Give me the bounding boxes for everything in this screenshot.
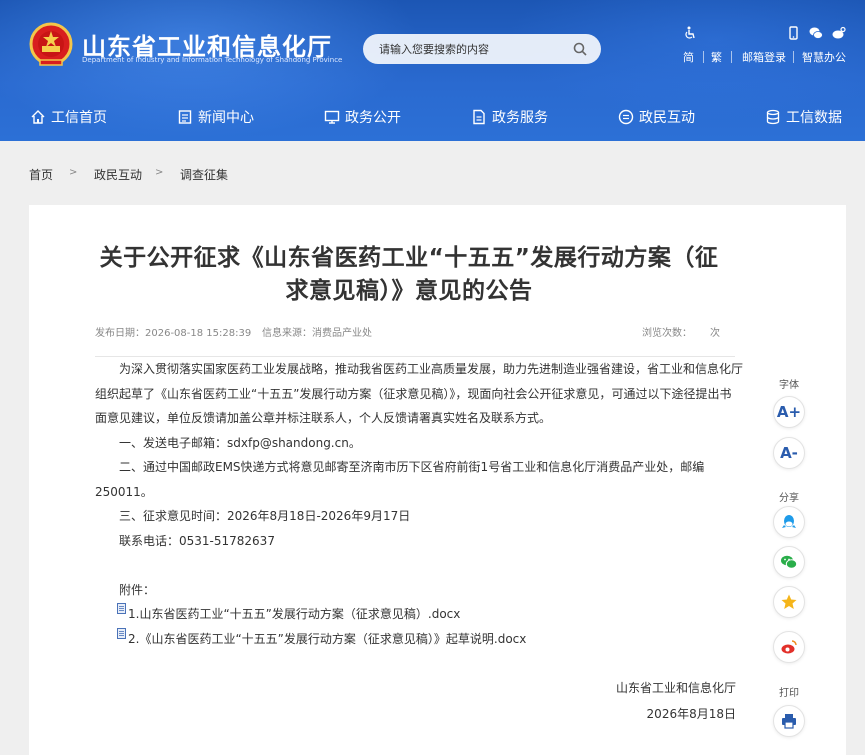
publish-date: 发布日期：2026-08-18 15:28:39 — [95, 324, 251, 339]
share-qq-button[interactable] — [773, 506, 805, 538]
article-title: 关于公开征求《山东省医药工业“十五五”发展行动方案（征求意见稿）》意见的公告 — [99, 245, 719, 304]
source-label: 信息来源： — [262, 328, 312, 339]
smart-office-link[interactable]: 智慧办公 — [802, 49, 846, 65]
nav-item-label: 工信首页 — [51, 110, 107, 126]
signature-organization: 山东省工业和信息化厅 — [615, 681, 736, 695]
article-body: 为深入贯彻落实国家医药工业发展战略，推动我省医药工业高质量发展，助力先进制造业强… — [95, 357, 743, 553]
breadcrumb-separator: > — [155, 167, 164, 178]
nav-item-label: 政务服务 — [492, 110, 548, 126]
nav-item-services[interactable]: 政务服务 — [471, 106, 548, 128]
breadcrumb-home[interactable]: 首页 — [29, 166, 53, 183]
doc-file-icon — [117, 603, 126, 614]
attachments-label: 附件： — [119, 583, 156, 597]
interaction-icon — [618, 109, 634, 125]
article-paragraph: 为深入贯彻落实国家医药工业发展战略，推动我省医药工业高质量发展，助力先进制造业强… — [95, 362, 744, 425]
doc-file-icon — [117, 628, 126, 639]
info-source: 信息来源：消费品产业处 — [262, 324, 372, 339]
article-paragraph: 联系电话：0531-51782637 — [119, 533, 275, 548]
article-paragraph: 三、征求意见时间：2026年8月18日-2026年9月17日 — [119, 509, 411, 523]
weibo-top-icon[interactable] — [832, 26, 846, 40]
share-label: 分享 — [779, 493, 799, 504]
nav-item-interaction[interactable]: 政民互动 — [618, 106, 695, 128]
top-links: 简 繁 邮箱登录 智慧办公 — [0, 49, 865, 65]
nav-item-label: 政务公开 — [345, 110, 401, 126]
font-size-label: 字体 — [779, 380, 799, 391]
monitor-icon — [324, 110, 340, 124]
font-decrease-button[interactable]: A- — [773, 437, 805, 469]
main-nav: 工信首页 新闻中心 政务公开 政务服务 政民互动 工信数据 — [0, 96, 865, 138]
qq-icon — [782, 515, 796, 528]
top-icon-bar — [0, 26, 865, 42]
top-link-divider — [731, 51, 732, 63]
attachment-name: 2.《山东省医药工业“十五五”发展行动方案（征求意见稿）》起草说明.docx — [128, 632, 527, 646]
views-label: 浏览次数： — [642, 328, 692, 339]
top-link-divider — [793, 51, 794, 63]
home-icon — [31, 110, 45, 124]
mobile-icon[interactable] — [786, 26, 800, 40]
favorite-icon — [781, 594, 797, 609]
share-wechat-button[interactable] — [773, 546, 805, 578]
top-link-divider — [703, 51, 704, 63]
news-icon — [178, 110, 192, 124]
article-paragraph: 一、发送电子邮箱：sdxfp@shandong.cn。 — [119, 435, 361, 450]
weibo-icon — [781, 640, 797, 654]
printer-icon — [782, 714, 796, 729]
database-icon — [766, 109, 780, 125]
article-paragraph: 二、通过中国邮政EMS快递方式将意见邮寄至济南市历下区省府前街1号省工业和信息化… — [95, 460, 705, 499]
nav-item-data[interactable]: 工信数据 — [765, 106, 842, 128]
signature-date: 2026年8月18日 — [646, 707, 736, 721]
view-count: 浏览次数： — [642, 324, 692, 339]
favorite-button[interactable] — [773, 586, 805, 618]
share-weibo-button[interactable] — [773, 631, 805, 663]
breadcrumb-interaction[interactable]: 政民互动 — [94, 166, 142, 183]
nav-item-label: 新闻中心 — [198, 110, 254, 126]
wechat-icon — [781, 555, 798, 569]
views-unit: 次 — [710, 328, 720, 339]
attachment-link-1[interactable]: 1.山东省医药工业“十五五”发展行动方案（征求意见稿）.docx — [117, 603, 461, 622]
publish-date-label: 发布日期： — [95, 328, 145, 339]
traditional-chinese-link[interactable]: 繁 — [711, 49, 722, 65]
wechat-top-icon[interactable] — [809, 26, 823, 40]
nav-item-government-affairs[interactable]: 政务公开 — [324, 106, 401, 128]
print-button[interactable] — [773, 705, 805, 737]
source-value: 消费品产业处 — [312, 328, 372, 339]
article-panel: 关于公开征求《山东省医药工业“十五五”发展行动方案（征求意见稿）》意见的公告 发… — [29, 205, 846, 755]
nav-item-news[interactable]: 新闻中心 — [177, 106, 254, 128]
simplified-chinese-link[interactable]: 简 — [683, 49, 694, 65]
attachment-link-2[interactable]: 2.《山东省医药工业“十五五”发展行动方案（征求意见稿）》起草说明.docx — [117, 628, 527, 647]
nav-item-label: 政民互动 — [639, 110, 695, 126]
attachment-name: 1.山东省医药工业“十五五”发展行动方案（征求意见稿）.docx — [128, 607, 461, 621]
nav-item-home[interactable]: 工信首页 — [30, 106, 107, 128]
breadcrumb-survey[interactable]: 调查征集 — [180, 166, 228, 183]
font-increase-button[interactable]: A+ — [773, 396, 805, 428]
site-header: 山东省工业和信息化厅 Department of Industry and In… — [0, 0, 865, 141]
print-label: 打印 — [779, 688, 799, 699]
email-login-link[interactable]: 邮箱登录 — [742, 49, 786, 65]
publish-date-value: 2026-08-18 15:28:39 — [145, 328, 252, 339]
document-icon — [473, 109, 485, 125]
breadcrumb-separator: > — [69, 167, 78, 178]
nav-item-label: 工信数据 — [786, 110, 842, 126]
accessibility-icon[interactable] — [683, 26, 697, 40]
